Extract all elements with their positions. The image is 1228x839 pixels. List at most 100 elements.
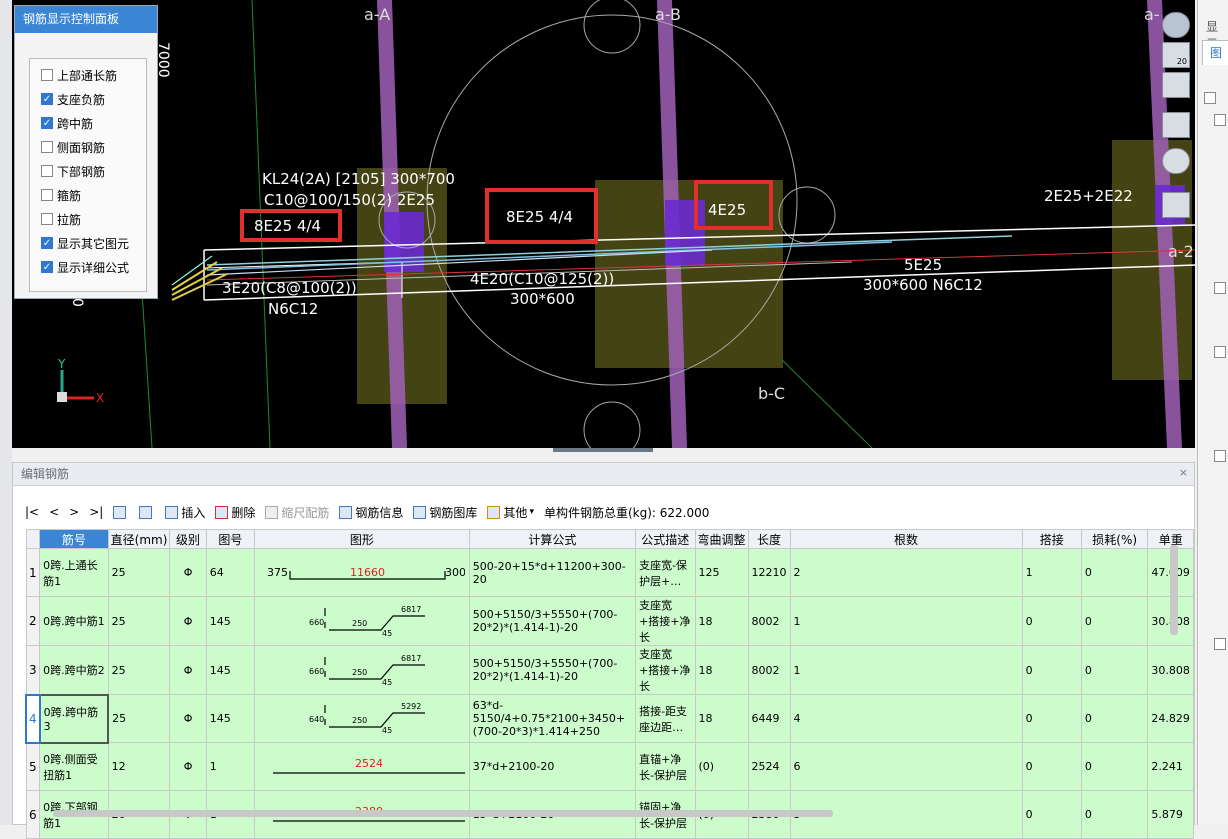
bend-adjust-cell[interactable]: (0) <box>694 742 749 791</box>
count-cell[interactable]: 4 <box>789 694 1023 743</box>
checkbox-row[interactable]: ✓ 跨中筋 <box>41 114 93 132</box>
unit-weight-cell[interactable]: 2.241 <box>1147 742 1194 791</box>
grade-cell[interactable]: Φ <box>169 596 207 646</box>
close-icon[interactable]: × <box>1179 466 1188 479</box>
column-header[interactable]: 筋号 <box>39 529 109 549</box>
diameter-cell[interactable]: 25 <box>107 548 171 597</box>
right-panel-tab[interactable]: 图 <box>1202 40 1228 65</box>
diameter-cell[interactable]: 25 <box>107 596 171 646</box>
row-number[interactable]: 1 <box>25 548 41 597</box>
move-down-icon[interactable] <box>139 505 155 519</box>
diameter-cell[interactable]: 12 <box>107 742 171 791</box>
lap-cell[interactable]: 0 <box>1021 742 1082 791</box>
column-header[interactable]: 计算公式 <box>468 529 637 549</box>
length-cell[interactable]: 8002 <box>747 645 791 695</box>
diameter-cell[interactable]: 25 <box>107 645 171 695</box>
table-row[interactable]: 4 0跨.跨中筋3 25 Φ 145 640 250 45 5292 63*d-5150/4+0.… <box>25 693 1194 744</box>
tree-collapse-icon[interactable] <box>1214 346 1226 358</box>
table-row[interactable]: 1 0跨.上通长筋1 25 Φ 64 375 11660 300 500-20+15*d+112… <box>25 548 1194 597</box>
column-header[interactable]: 级别 <box>169 529 207 549</box>
rotate-icon[interactable] <box>1162 148 1190 174</box>
shape-cell[interactable]: 2524 <box>254 742 470 791</box>
box-view-icon[interactable] <box>1162 112 1190 138</box>
length-cell[interactable]: 6449 <box>747 694 791 743</box>
unit-weight-cell[interactable]: 30.808 <box>1147 645 1194 695</box>
loss-cell[interactable]: 0 <box>1080 548 1149 597</box>
tree-collapse-icon[interactable] <box>1214 114 1226 126</box>
checkbox-unchecked-icon[interactable] <box>41 165 53 177</box>
row-number[interactable]: 2 <box>25 596 41 646</box>
tree-collapse-icon[interactable] <box>1214 282 1226 294</box>
bend-adjust-cell[interactable]: 18 <box>694 645 749 695</box>
table-row[interactable]: 3 0跨.跨中筋2 25 Φ 145 660 250 45 6817 500+5150/3+555… <box>25 645 1194 695</box>
first-button[interactable]: |< <box>25 505 39 519</box>
loss-cell[interactable]: 0 <box>1080 596 1149 646</box>
formula-cell[interactable]: 500-20+15*d+11200+300-20 <box>468 548 637 597</box>
bend-adjust-cell[interactable]: 125 <box>694 548 749 597</box>
unit-weight-cell[interactable]: 24.829 <box>1147 694 1194 743</box>
3d-viewport[interactable]: a-A a-B a- b-C a-2 7000 0 KL24(2A) [2105… <box>12 0 1195 448</box>
column-header[interactable]: 损耗(%) <box>1080 529 1149 549</box>
checkbox-checked-icon[interactable]: ✓ <box>41 93 53 105</box>
grid-view-icon[interactable] <box>1162 192 1190 218</box>
table-row[interactable]: 5 0跨.侧面受扭筋1 12 Φ 1 2524 37*d+2100-20 直锚+净长-保护层(… <box>25 742 1194 791</box>
rebar-name-cell[interactable]: 0跨.跨中筋2 <box>39 645 109 695</box>
figure-number-cell[interactable]: 145 <box>205 694 256 743</box>
figure-number-cell[interactable]: 145 <box>205 645 256 695</box>
lap-cell[interactable]: 0 <box>1021 596 1082 646</box>
rebar-name-cell[interactable]: 0跨.侧面受扭筋1 <box>39 742 109 791</box>
checkbox-unchecked-icon[interactable] <box>41 141 53 153</box>
shape-cell[interactable]: 375 11660 300 <box>254 548 470 597</box>
grade-cell[interactable]: Φ <box>169 645 207 695</box>
figure-number-cell[interactable]: 145 <box>205 596 256 646</box>
scale-rebar-button[interactable]: 缩尺配筋 <box>265 504 329 521</box>
checkbox-row[interactable]: 拉筋 <box>41 210 81 228</box>
formula-cell[interactable]: 63*d-5150/4+0.75*2100+3450+(700-20*3)*1.… <box>468 694 637 743</box>
column-header[interactable]: 图号 <box>205 529 256 549</box>
row-number[interactable]: 3 <box>25 645 41 695</box>
formula-cell[interactable]: 37*d+2100-20 <box>468 742 637 791</box>
column-header[interactable]: 公式描述 <box>635 529 696 549</box>
rebar-name-cell[interactable]: 0跨.上通长筋1 <box>39 548 109 597</box>
column-header[interactable]: 弯曲调整 <box>694 529 749 549</box>
row-number[interactable]: 6 <box>25 790 41 839</box>
loss-cell[interactable]: 0 <box>1080 645 1149 695</box>
column-header[interactable]: 根数 <box>789 529 1023 549</box>
column-header[interactable]: 长度 <box>747 529 791 549</box>
figure-number-cell[interactable]: 1 <box>205 742 256 791</box>
grade-cell[interactable]: Φ <box>169 548 207 597</box>
rebar-library-button[interactable]: 钢筋图库 <box>413 504 477 521</box>
checkbox-row[interactable]: ✓ 显示详细公式 <box>41 258 129 276</box>
formula-desc-cell[interactable]: 支座宽+搭接+净长 <box>635 596 696 646</box>
zoom-level-button[interactable]: 20 <box>1162 42 1190 68</box>
shape-cell[interactable]: 660 250 45 6817 <box>254 596 470 646</box>
bend-adjust-cell[interactable]: 18 <box>694 596 749 646</box>
column-header[interactable]: 搭接 <box>1021 529 1082 549</box>
lap-cell[interactable]: 0 <box>1021 790 1082 839</box>
length-cell[interactable]: 8002 <box>747 596 791 646</box>
checkbox-row[interactable]: 下部钢筋 <box>41 162 105 180</box>
formula-desc-cell[interactable]: 搭接-距支座边距… <box>635 694 696 743</box>
insert-button[interactable]: 插入 <box>165 504 205 521</box>
checkbox-row[interactable]: 侧面钢筋 <box>41 138 105 156</box>
checkbox-unchecked-icon[interactable] <box>41 69 53 81</box>
column-header[interactable]: 直径(mm) <box>107 529 171 549</box>
delete-button[interactable]: 删除 <box>215 504 255 521</box>
table-row[interactable]: 2 0跨.跨中筋1 25 Φ 145 660 250 45 6817 500+5150/3+555… <box>25 596 1194 646</box>
diameter-cell[interactable]: 25 <box>107 694 171 743</box>
prev-button[interactable]: < <box>49 505 59 519</box>
tree-collapse-icon[interactable] <box>1204 92 1216 104</box>
checkbox-checked-icon[interactable]: ✓ <box>41 237 53 249</box>
row-number[interactable]: 5 <box>25 742 41 791</box>
rebar-info-button[interactable]: 钢筋信息 <box>339 504 403 521</box>
lap-cell[interactable]: 1 <box>1021 548 1082 597</box>
formula-desc-cell[interactable]: 支座宽+搭接+净长 <box>635 645 696 695</box>
count-cell[interactable]: 6 <box>789 742 1023 791</box>
count-cell[interactable]: 1 <box>789 645 1023 695</box>
formula-cell[interactable]: 500+5150/3+5550+(700-20*2)*(1.414-1)-20 <box>468 596 637 646</box>
formula-desc-cell[interactable]: 支座宽-保护层+… <box>635 548 696 597</box>
lap-cell[interactable]: 0 <box>1021 694 1082 743</box>
formula-desc-cell[interactable]: 直锚+净长-保护层 <box>635 742 696 791</box>
other-menu-button[interactable]: 其他 ▾ <box>487 504 534 521</box>
orbit-icon[interactable] <box>1162 12 1190 38</box>
